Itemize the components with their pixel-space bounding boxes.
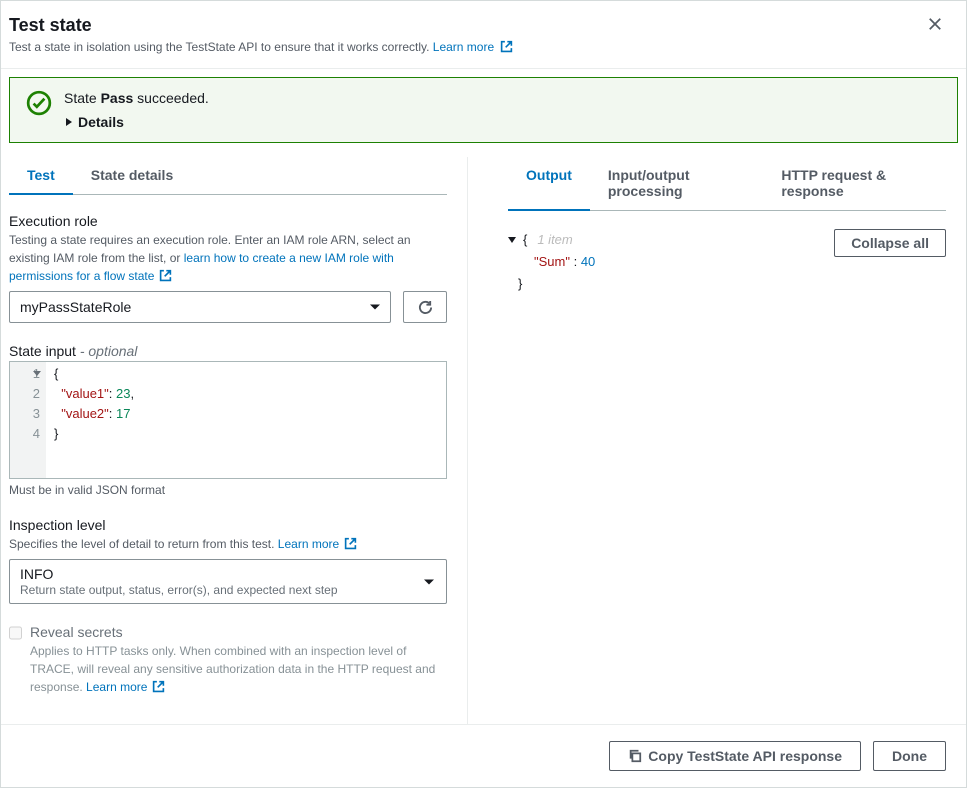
json-row-close: } <box>508 273 822 295</box>
json-viewer: { 1 item "Sum" : 40 } <box>508 229 822 295</box>
dialog-header: Test state Test a state in isolation usi… <box>1 1 966 69</box>
tab-io-processing[interactable]: Input/output processing <box>590 157 763 211</box>
json-value: 40 <box>581 254 595 269</box>
code-body[interactable]: { "value1": 23, "value2": 17} <box>46 362 142 478</box>
copy-response-label: Copy TestState API response <box>648 748 842 764</box>
copy-icon <box>628 749 642 763</box>
external-link-icon <box>500 40 513 53</box>
right-tabs: Output Input/output processing HTTP requ… <box>508 157 946 211</box>
reveal-secrets-checkbox[interactable] <box>9 626 22 640</box>
external-link-icon <box>152 680 165 693</box>
tab-test[interactable]: Test <box>9 157 73 195</box>
reveal-secrets-field: Reveal secrets Applies to HTTP tasks onl… <box>9 624 447 696</box>
alert-state-name: Pass <box>101 90 134 106</box>
execution-role-value: myPassStateRole <box>20 299 131 315</box>
state-input-label-text: State input <box>9 343 76 359</box>
inspection-learn-more-link[interactable]: Learn more <box>278 537 357 551</box>
output-area: { 1 item "Sum" : 40 } Collapse all <box>508 229 946 295</box>
alert-prefix: State <box>64 90 101 106</box>
json-toggle-icon[interactable] <box>508 237 516 243</box>
inspection-level-value: INFO <box>20 566 416 582</box>
inspection-level-label: Inspection level <box>9 517 447 533</box>
json-brace-open: { <box>523 229 527 251</box>
success-icon <box>26 90 52 119</box>
right-column: Output Input/output processing HTTP requ… <box>508 157 958 724</box>
inspection-level-desc: Return state output, status, error(s), a… <box>20 583 416 597</box>
external-link-icon <box>344 537 357 550</box>
reveal-secrets-desc: Applies to HTTP tasks only. When combine… <box>30 642 447 696</box>
execution-role-select[interactable]: myPassStateRole <box>9 291 391 323</box>
done-button[interactable]: Done <box>873 741 946 771</box>
inspection-level-field: Inspection level Specifies the level of … <box>9 517 447 604</box>
collapse-all-button[interactable]: Collapse all <box>834 229 946 257</box>
role-row: myPassStateRole <box>9 291 447 323</box>
code-gutter: 1234 <box>10 362 46 478</box>
inspection-learn-more-text: Learn more <box>278 537 339 551</box>
learn-more-link[interactable]: Learn more <box>433 40 513 54</box>
state-input-editor[interactable]: 1234 { "value1": 23, "value2": 17} <box>9 361 447 479</box>
json-item-hint: 1 item <box>537 229 572 251</box>
json-brace-close: } <box>518 276 522 291</box>
refresh-button[interactable] <box>403 291 447 323</box>
left-tabs: Test State details <box>9 157 447 195</box>
state-input-optional: - optional <box>80 343 138 359</box>
tab-state-details[interactable]: State details <box>73 157 191 195</box>
success-alert: State Pass succeeded. Details <box>9 77 958 143</box>
close-button[interactable] <box>924 13 946 38</box>
details-toggle[interactable]: Details <box>64 114 941 130</box>
state-input-label: State input - optional <box>9 343 447 359</box>
dialog-footer: Copy TestState API response Done <box>1 724 966 787</box>
tab-output[interactable]: Output <box>508 157 590 211</box>
execution-role-hint: Testing a state requires an execution ro… <box>9 231 447 285</box>
alert-content: State Pass succeeded. Details <box>64 90 941 130</box>
close-icon <box>928 17 942 31</box>
json-colon: : <box>570 254 581 269</box>
json-row-open: { 1 item <box>508 229 822 251</box>
alert-title: State Pass succeeded. <box>64 90 941 106</box>
alert-suffix: succeeded. <box>133 90 209 106</box>
external-link-icon <box>159 269 172 282</box>
dialog-title: Test state <box>9 13 513 38</box>
json-row-kv: "Sum" : 40 <box>508 251 822 273</box>
tab-http[interactable]: HTTP request & response <box>763 157 946 211</box>
refresh-icon <box>418 300 433 315</box>
inspection-level-hint-text: Specifies the level of detail to return … <box>9 537 278 551</box>
learn-more-text: Learn more <box>433 40 494 54</box>
caret-right-icon <box>64 117 74 127</box>
reveal-secrets-text: Reveal secrets Applies to HTTP tasks onl… <box>30 624 447 696</box>
reveal-secrets-label: Reveal secrets <box>30 624 447 640</box>
copy-response-button[interactable]: Copy TestState API response <box>609 741 861 771</box>
header-text: Test state Test a state in isolation usi… <box>9 13 513 54</box>
execution-role-field: Execution role Testing a state requires … <box>9 213 447 323</box>
subtitle-text: Test a state in isolation using the Test… <box>9 40 433 54</box>
reveal-secrets-row: Reveal secrets Applies to HTTP tasks onl… <box>9 624 447 696</box>
state-input-below: Must be in valid JSON format <box>9 483 447 497</box>
state-input-field: State input - optional 1234 { "value1": … <box>9 343 447 497</box>
dialog-subtitle: Test a state in isolation using the Test… <box>9 40 513 54</box>
test-state-dialog: Test state Test a state in isolation usi… <box>0 0 967 788</box>
details-label: Details <box>78 114 124 130</box>
reveal-secrets-learn-more-link[interactable]: Learn more <box>86 680 165 694</box>
left-column: Test State details Execution role Testin… <box>9 157 468 724</box>
inspection-level-select[interactable]: INFO Return state output, status, error(… <box>9 559 447 604</box>
inspection-level-hint: Specifies the level of detail to return … <box>9 535 447 553</box>
reveal-secrets-learn-more-text: Learn more <box>86 680 147 694</box>
columns: Test State details Execution role Testin… <box>9 157 958 724</box>
execution-role-label: Execution role <box>9 213 447 229</box>
json-key: "Sum" <box>534 254 570 269</box>
dialog-body: State Pass succeeded. Details Test State… <box>1 69 966 724</box>
